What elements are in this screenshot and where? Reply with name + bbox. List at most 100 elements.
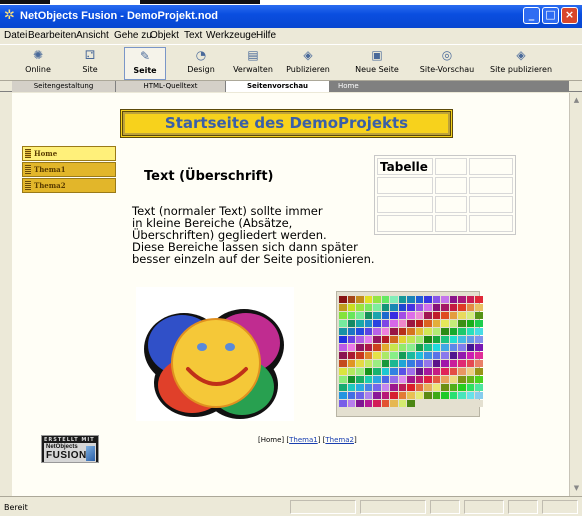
- palette-swatch: [458, 344, 466, 351]
- scroll-down-icon[interactable]: ▼: [571, 483, 582, 494]
- palette-grid: [339, 296, 483, 407]
- palette-swatch: [441, 384, 449, 391]
- palette-swatch: [432, 296, 440, 303]
- menu-text[interactable]: Text: [184, 30, 202, 41]
- palette-swatch: [364, 352, 372, 359]
- maximize-button[interactable]: □: [542, 7, 559, 24]
- palette-swatch: [381, 352, 389, 359]
- toolbar-site-vorschau-button[interactable]: ◎ Site-Vorschau: [418, 47, 476, 80]
- palette-swatch: [449, 392, 457, 399]
- palette-swatch: [381, 400, 389, 407]
- palette-swatch: [466, 360, 474, 367]
- palette-swatch: [432, 360, 440, 367]
- menu-ansicht[interactable]: Ansicht: [76, 30, 109, 41]
- palette-swatch: [466, 320, 474, 327]
- palette-swatch: [441, 352, 449, 359]
- palette-swatch: [432, 368, 440, 375]
- palette-swatch: [339, 360, 347, 367]
- toolbar-label: Seite: [133, 66, 157, 75]
- palette-swatch: [407, 312, 415, 319]
- toolbar-site-publizieren-button[interactable]: ◈ Site publizieren: [488, 47, 554, 80]
- toolbar-online-button[interactable]: ✺ Online: [18, 47, 58, 80]
- minimize-button[interactable]: _: [523, 7, 540, 24]
- palette-swatch: [347, 328, 355, 335]
- palette-swatch: [373, 344, 381, 351]
- palette-swatch: [364, 320, 372, 327]
- page-body-text: Text (normaler Text) sollte immer in kle…: [132, 204, 375, 266]
- tab-page-name: Home: [330, 81, 569, 92]
- palette-swatch: [424, 328, 432, 335]
- menu-bearbeiten[interactable]: Bearbeiten: [28, 30, 76, 41]
- toolbar-design-button[interactable]: ◔ Design: [180, 47, 222, 80]
- palette-swatch: [356, 376, 364, 383]
- toolbar-label: Neue Seite: [355, 65, 399, 74]
- palette-swatch: [398, 336, 406, 343]
- netobjects-badge[interactable]: ERSTELLT MIT NetObjects FUSION: [41, 435, 99, 463]
- palette-swatch: [364, 312, 372, 319]
- toolbar-neue-seite-button[interactable]: ▣ Neue Seite: [350, 47, 404, 80]
- palette-swatch: [398, 360, 406, 367]
- scroll-up-icon[interactable]: ▲: [571, 95, 582, 106]
- menu-gehe-zu[interactable]: Gehe zu: [114, 30, 152, 41]
- toolbar-site-button[interactable]: ⚁ Site: [72, 47, 108, 80]
- palette-swatch: [398, 376, 406, 383]
- toolbar-verwalten-button[interactable]: ▤ Verwalten: [228, 47, 278, 80]
- table-cell: [435, 215, 467, 232]
- toolbar-label: Publizieren: [286, 65, 330, 74]
- palette-swatch: [407, 296, 415, 303]
- new-page-icon: ▣: [371, 48, 383, 62]
- palette-swatch: [432, 376, 440, 383]
- nav-button-thema1[interactable]: Thema1: [22, 162, 116, 177]
- palette-swatch: [373, 400, 381, 407]
- palette-swatch: [432, 312, 440, 319]
- menu-hilfe[interactable]: Hilfe: [256, 30, 276, 41]
- palette-swatch: [398, 304, 406, 311]
- palette-swatch: [415, 296, 423, 303]
- palette-swatch: [475, 376, 483, 383]
- palette-swatch: [373, 296, 381, 303]
- palette-swatch: [475, 352, 483, 359]
- footer-link-home[interactable]: [Home]: [258, 436, 284, 444]
- palette-swatch: [441, 376, 449, 383]
- palette-swatch: [466, 400, 474, 407]
- menu-werkzeuge[interactable]: Werkzeuge: [206, 30, 256, 41]
- tab-seitengestaltung[interactable]: Seitengestaltung: [12, 81, 116, 92]
- palette-swatch: [364, 360, 372, 367]
- nav-button-thema2[interactable]: Thema2: [22, 178, 116, 193]
- app-window: ✲ NetObjects Fusion - DemoProjekt.nod _ …: [0, 5, 582, 516]
- footer-link-thema2[interactable]: Thema2: [325, 436, 354, 444]
- palette-swatch: [390, 392, 398, 399]
- palette-swatch: [407, 344, 415, 351]
- tab-seitenvorschau[interactable]: Seitenvorschau: [226, 81, 330, 92]
- palette-swatch: [339, 296, 347, 303]
- palette-swatch: [424, 344, 432, 351]
- nav-button-home[interactable]: Home: [22, 146, 116, 161]
- toolbar-publizieren-button[interactable]: ◈ Publizieren: [282, 47, 334, 80]
- palette-swatch: [415, 304, 423, 311]
- palette-swatch: [441, 392, 449, 399]
- palette-swatch: [339, 352, 347, 359]
- menu-objekt[interactable]: Objekt: [150, 30, 179, 41]
- toolbar: ✺ Online ⚁ Site ✎ Seite ◔ Design ▤ Verwa…: [0, 44, 582, 81]
- menu-datei[interactable]: Datei: [4, 30, 27, 41]
- status-bar: Bereit: [0, 496, 582, 516]
- toolbar-seite-button[interactable]: ✎ Seite: [124, 47, 166, 80]
- palette-swatch: [424, 392, 432, 399]
- footer-link-thema1[interactable]: Thema1: [289, 436, 318, 444]
- status-pane: [430, 500, 460, 514]
- palette-swatch: [339, 304, 347, 311]
- palette-swatch: [415, 384, 423, 391]
- palette-swatch: [449, 352, 457, 359]
- palette-swatch: [432, 304, 440, 311]
- palette-swatch: [347, 304, 355, 311]
- palette-swatch: [381, 384, 389, 391]
- table-cell: [435, 158, 467, 175]
- close-button[interactable]: ×: [561, 7, 578, 24]
- palette-swatch: [398, 400, 406, 407]
- vertical-scrollbar[interactable]: ▲ ▼: [569, 93, 582, 496]
- menu-bar: Datei Bearbeiten Ansicht Gehe zu Objekt …: [0, 28, 582, 44]
- tab-html-quelltext[interactable]: HTML-Quelltext: [116, 81, 226, 92]
- toolbar-label: Verwalten: [233, 65, 273, 74]
- palette-swatch: [449, 304, 457, 311]
- palette-swatch: [407, 328, 415, 335]
